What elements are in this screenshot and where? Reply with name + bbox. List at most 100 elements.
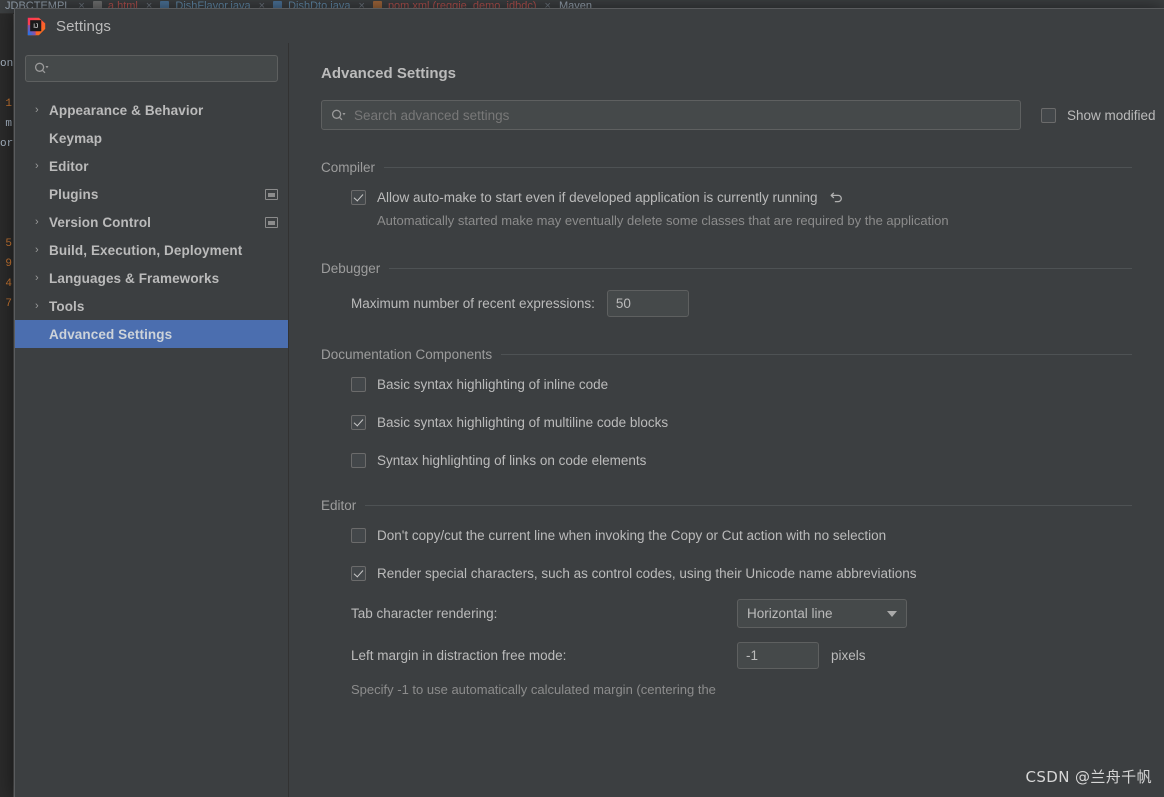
sidebar-item-label: Plugins	[49, 187, 98, 202]
group-header: Compiler	[321, 160, 1164, 175]
gutter-line: 4	[0, 274, 12, 294]
option-links-highlight-row[interactable]: Syntax highlighting of links on code ele…	[351, 452, 1164, 468]
page-title: Advanced Settings	[321, 65, 1164, 82]
option-render-special-chars-row[interactable]: Render special characters, such as contr…	[351, 565, 1164, 581]
sidebar-item-label: Version Control	[49, 215, 151, 230]
tab-character-rendering-row: Tab character rendering: Horizontal line	[351, 599, 1164, 628]
group-divider	[501, 354, 1132, 355]
gutter-line	[0, 154, 12, 174]
render-special-chars-checkbox[interactable]	[351, 566, 366, 581]
chevron-right-icon[interactable]: ›	[35, 104, 49, 116]
sidebar-item-label: Appearance & Behavior	[49, 103, 203, 118]
gutter-line	[0, 14, 12, 34]
sidebar-item-editor[interactable]: › Editor	[15, 152, 288, 180]
links-highlight-label: Syntax highlighting of links on code ele…	[377, 453, 646, 468]
sidebar-item-advanced-settings[interactable]: Advanced Settings	[15, 320, 288, 348]
multiline-code-highlight-label: Basic syntax highlighting of multiline c…	[377, 415, 668, 430]
tab-character-rendering-label: Tab character rendering:	[351, 606, 737, 621]
chevron-right-icon[interactable]: ›	[35, 300, 49, 312]
csdn-watermark: CSDN @兰舟千帆	[1025, 766, 1152, 787]
left-margin-hint: Specify -1 to use automatically calculat…	[351, 679, 1164, 700]
sidebar-item-tools[interactable]: › Tools	[15, 292, 288, 320]
group-header: Editor	[321, 498, 1164, 513]
allow-auto-make-checkbox[interactable]	[351, 190, 366, 205]
group-header: Documentation Components	[321, 347, 1164, 362]
revert-icon[interactable]	[829, 189, 845, 205]
left-margin-row: Left margin in distraction free mode: pi…	[351, 642, 1164, 669]
group-editor: Editor Don't copy/cut the current line w…	[321, 498, 1164, 700]
group-body: Don't copy/cut the current line when inv…	[321, 513, 1164, 700]
sidebar-item-plugins[interactable]: Plugins	[15, 180, 288, 208]
sidebar-item-appearance-behavior[interactable]: › Appearance & Behavior	[15, 96, 288, 124]
dialog-body: › Appearance & Behavior Keymap › Editor …	[15, 43, 1164, 797]
group-compiler: Compiler Allow auto-make to start even i…	[321, 160, 1164, 231]
chevron-right-icon[interactable]: ›	[35, 244, 49, 256]
group-header: Debugger	[321, 261, 1164, 276]
gutter-line: 1	[0, 94, 12, 114]
sidebar-search-input[interactable]	[55, 61, 269, 76]
left-margin-input[interactable]	[737, 642, 819, 669]
chevron-down-icon[interactable]	[887, 611, 897, 617]
option-dont-copy-cut-row[interactable]: Don't copy/cut the current line when inv…	[351, 527, 1164, 543]
search-icon	[34, 62, 49, 75]
gutter-line: m	[0, 114, 12, 134]
inline-code-highlight-checkbox[interactable]	[351, 377, 366, 392]
advanced-settings-search-input[interactable]	[354, 108, 1011, 123]
sidebar-item-version-control[interactable]: › Version Control	[15, 208, 288, 236]
group-documentation-components: Documentation Components Basic syntax hi…	[321, 347, 1164, 468]
show-modified-checkbox-row[interactable]: Show modified	[1041, 107, 1156, 123]
group-title: Debugger	[321, 261, 380, 276]
gutter-line: 7	[0, 294, 12, 314]
search-icon	[331, 109, 346, 122]
sidebar-item-label: Keymap	[49, 131, 102, 146]
option-multiline-code-highlight-row[interactable]: Basic syntax highlighting of multiline c…	[351, 414, 1164, 430]
dont-copy-cut-checkbox[interactable]	[351, 528, 366, 543]
group-title: Documentation Components	[321, 347, 492, 362]
links-highlight-checkbox[interactable]	[351, 453, 366, 468]
show-modified-checkbox[interactable]	[1041, 108, 1056, 123]
copy-settings-icon[interactable]	[265, 217, 278, 228]
max-recent-expressions-row: Maximum number of recent expressions:	[351, 290, 1164, 317]
max-recent-expressions-input[interactable]	[607, 290, 689, 317]
allow-auto-make-hint: Automatically started make may eventuall…	[351, 210, 1164, 231]
sidebar-item-languages-frameworks[interactable]: › Languages & Frameworks	[15, 264, 288, 292]
intellij-idea-logo-icon: IJ	[27, 17, 46, 36]
option-allow-auto-make-row[interactable]: Allow auto-make to start even if develop…	[351, 189, 1164, 205]
group-divider	[389, 268, 1132, 269]
copy-settings-icon[interactable]	[265, 189, 278, 200]
sidebar-item-keymap[interactable]: Keymap	[15, 124, 288, 152]
tab-character-rendering-value: Horizontal line	[747, 606, 833, 621]
sidebar-search-box[interactable]	[25, 55, 278, 82]
render-special-chars-label: Render special characters, such as contr…	[377, 566, 917, 581]
gutter-line: or	[0, 134, 12, 154]
option-inline-code-highlight-row[interactable]: Basic syntax highlighting of inline code	[351, 376, 1164, 392]
left-margin-units: pixels	[831, 648, 866, 663]
gutter-line: on	[0, 54, 12, 74]
settings-dialog: IJ Settings › Appearance & Behavior Keym…	[14, 8, 1164, 797]
svg-text:IJ: IJ	[33, 23, 38, 30]
allow-auto-make-label: Allow auto-make to start even if develop…	[377, 190, 818, 205]
chevron-right-icon[interactable]: ›	[35, 272, 49, 284]
gutter-line	[0, 214, 12, 234]
group-body: Allow auto-make to start even if develop…	[321, 175, 1164, 231]
advanced-settings-search-box[interactable]	[321, 100, 1021, 130]
gutter-line	[0, 34, 12, 54]
multiline-code-highlight-checkbox[interactable]	[351, 415, 366, 430]
advanced-search-row: Show modified	[321, 100, 1164, 130]
gutter-line: 5	[0, 234, 12, 254]
chevron-right-icon[interactable]: ›	[35, 160, 49, 172]
left-margin-label: Left margin in distraction free mode:	[351, 648, 737, 663]
sidebar-item-label: Build, Execution, Deployment	[49, 243, 242, 258]
tab-character-rendering-select[interactable]: Horizontal line	[737, 599, 907, 628]
group-divider	[365, 505, 1132, 506]
inline-code-highlight-label: Basic syntax highlighting of inline code	[377, 377, 608, 392]
gutter-line	[0, 194, 12, 214]
group-title: Editor	[321, 498, 356, 513]
sidebar-item-label: Languages & Frameworks	[49, 271, 219, 286]
show-modified-label: Show modified	[1067, 108, 1156, 123]
chevron-right-icon[interactable]: ›	[35, 216, 49, 228]
gutter-line	[0, 174, 12, 194]
sidebar-item-build-execution-deployment[interactable]: › Build, Execution, Deployment	[15, 236, 288, 264]
sidebar-item-label: Tools	[49, 299, 85, 314]
sidebar-item-label: Editor	[49, 159, 89, 174]
